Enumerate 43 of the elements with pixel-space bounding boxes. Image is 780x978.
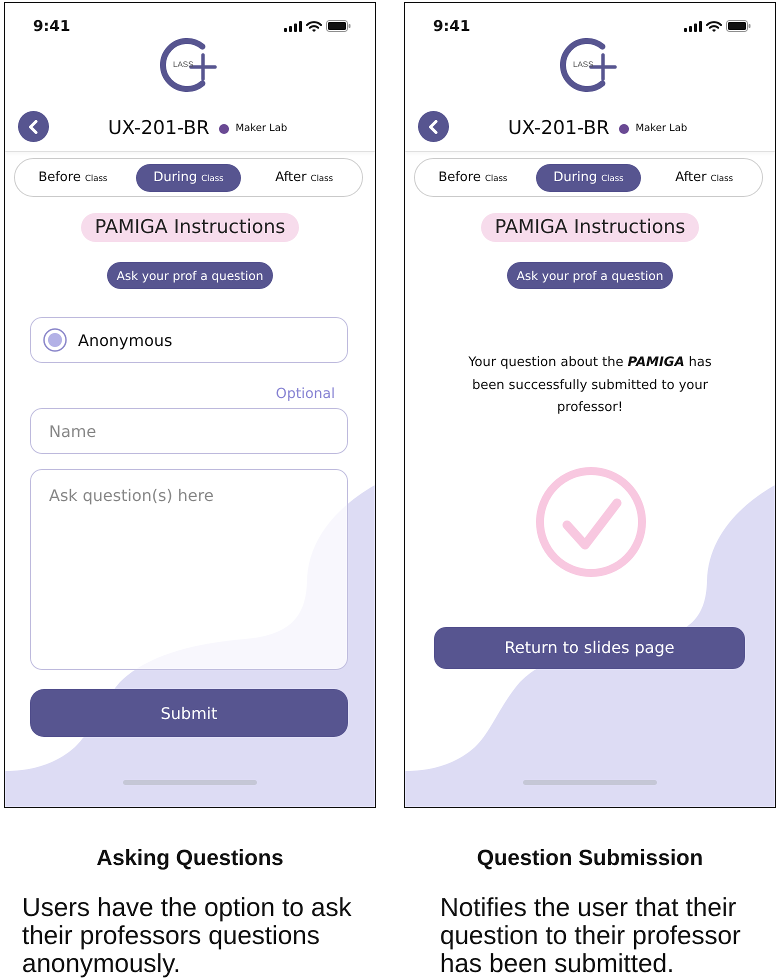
course-title: UX-201-BR	[508, 116, 610, 141]
ask-question-button[interactable]: Ask your prof a question	[506, 262, 674, 289]
caption-text: Users have the option to ask their professors questions anonymously.	[22, 893, 353, 977]
status-time: 9:41	[433, 17, 469, 35]
caption-title: Question Submission	[476, 845, 704, 871]
caption-text: Notifies the user that their question to their professor has been submitted.	[440, 893, 742, 977]
logo-text: LASS	[173, 60, 194, 70]
signal-icon	[684, 20, 702, 32]
caption-title: Asking Questions	[95, 845, 285, 871]
return-button[interactable]: Return to slides page	[434, 626, 745, 668]
status-time: 9:41	[33, 17, 69, 35]
confirmation-message: Your question about the PAMIGA has been successfully submitted to your professor!	[467, 354, 713, 417]
tab[interactable]: Before Class	[420, 164, 526, 192]
tab[interactable]: During Class	[136, 164, 241, 192]
wifi-icon	[306, 20, 322, 32]
chevron-left-icon	[28, 120, 38, 134]
question-field[interactable]: Ask question(s) here	[30, 469, 348, 670]
tab[interactable]: After Class	[252, 164, 357, 192]
submit-button[interactable]: Submit	[30, 689, 348, 737]
section-title: PAMIGA Instructions	[80, 213, 300, 242]
battery-icon	[726, 20, 751, 32]
tab[interactable]: During Class	[536, 164, 641, 192]
battery-icon	[326, 20, 351, 32]
course-title: UX-201-BR	[108, 116, 210, 141]
wifi-icon	[706, 20, 722, 32]
signal-icon	[284, 20, 302, 32]
section-title: PAMIGA Instructions	[480, 213, 700, 242]
logo-text: LASS	[573, 60, 594, 70]
check-circle-icon	[536, 466, 646, 576]
tab[interactable]: Before Class	[20, 164, 126, 192]
location-label: Maker Lab	[636, 122, 688, 136]
optional-label: Optional	[274, 386, 336, 403]
location-label: Maker Lab	[236, 122, 288, 136]
location-dot-icon	[618, 124, 629, 134]
back-button[interactable]	[18, 111, 49, 142]
tab[interactable]: After Class	[652, 164, 757, 192]
radio-icon[interactable]	[43, 328, 67, 352]
name-field[interactable]: Name	[30, 408, 348, 454]
chevron-left-icon	[428, 120, 438, 134]
location-dot-icon	[218, 124, 229, 134]
ask-question-button[interactable]: Ask your prof a question	[106, 262, 274, 289]
back-button[interactable]	[418, 111, 449, 142]
anonymous-option[interactable]: Anonymous	[30, 317, 348, 363]
